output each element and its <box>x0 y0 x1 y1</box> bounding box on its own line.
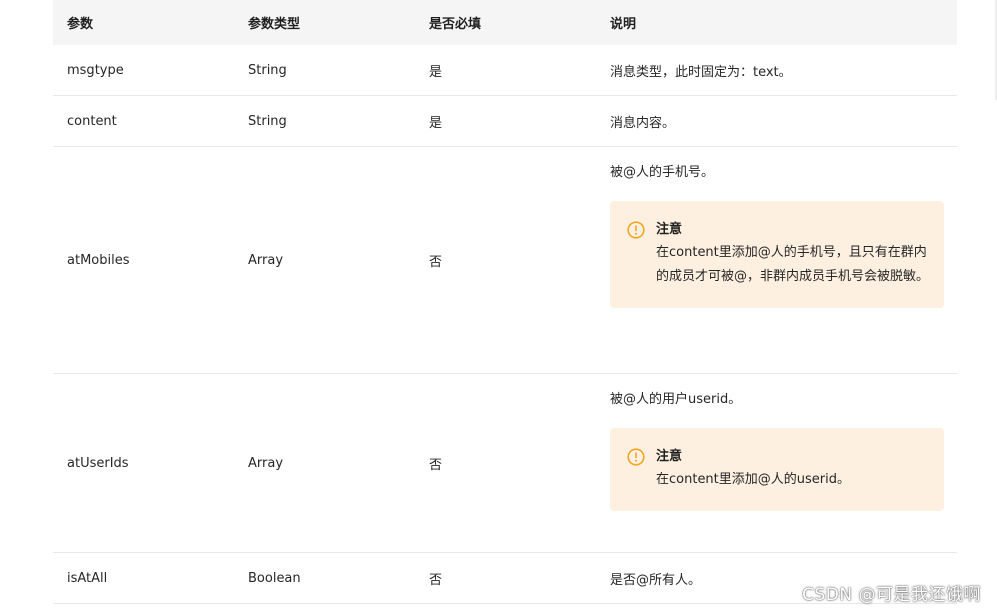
notice-title: 注意 <box>656 222 683 237</box>
notice-body: 注意 在content里添加@人的手机号，且只有在群内的成员才可被@，非群内成员… <box>656 219 930 289</box>
header-description: 说明 <box>610 17 637 32</box>
table-row: atUserIds Array 否 被@人的用户userid。 注意 在cont… <box>53 373 957 553</box>
cell-param: msgtype <box>53 45 234 96</box>
notice-title: 注意 <box>656 449 683 464</box>
cell-type: Array <box>234 146 415 374</box>
cell-param: content <box>53 95 234 147</box>
cell-required: 否 <box>415 146 596 374</box>
cell-type: String <box>234 95 415 147</box>
table-row: atMobiles Array 否 被@人的手机号。 注意 在content里添… <box>53 146 957 374</box>
notice-text: 在content里添加@人的userid。 <box>656 472 850 487</box>
notice-box: 注意 在content里添加@人的手机号，且只有在群内的成员才可被@，非群内成员… <box>610 201 944 308</box>
description-text: 被@人的用户userid。 <box>610 392 742 407</box>
header-param: 参数 <box>67 17 94 32</box>
cell-description: 消息类型，此时固定为：text。 <box>596 45 957 96</box>
cell-description: 被@人的用户userid。 注意 在content里添加@人的userid。 <box>596 373 957 553</box>
params-table: 参数 参数类型 是否必填 说明 msgtype String 是 消息类型，此时… <box>53 0 957 604</box>
cell-required: 否 <box>415 552 596 604</box>
cell-param: isAtAll <box>53 552 234 604</box>
cell-required: 是 <box>415 45 596 96</box>
description-text: 被@人的手机号。 <box>610 165 715 180</box>
header-required: 是否必填 <box>429 17 482 32</box>
cell-required: 否 <box>415 373 596 553</box>
table-header: 参数 参数类型 是否必填 说明 <box>53 0 957 45</box>
exclamation-circle-icon <box>627 448 645 466</box>
notice-text: 在content里添加@人的手机号，且只有在群内的成员才可被@，非群内成员手机号… <box>656 245 930 284</box>
table-row: content String 是 消息内容。 <box>53 95 957 147</box>
cell-required: 是 <box>415 95 596 147</box>
notice-body: 注意 在content里添加@人的userid。 <box>656 446 930 492</box>
cell-param: atMobiles <box>53 146 234 374</box>
watermark: CSDN @可是我还饿啊 <box>802 585 981 605</box>
params-table-wrapper: 参数 参数类型 是否必填 说明 msgtype String 是 消息类型，此时… <box>53 0 957 604</box>
exclamation-circle-icon <box>627 221 645 239</box>
cell-type: Array <box>234 373 415 553</box>
table-header-row: 参数 参数类型 是否必填 说明 <box>53 0 957 45</box>
notice-box: 注意 在content里添加@人的userid。 <box>610 428 944 511</box>
table-row: msgtype String 是 消息类型，此时固定为：text。 <box>53 45 957 96</box>
cell-param: atUserIds <box>53 373 234 553</box>
table-body: msgtype String 是 消息类型，此时固定为：text。 conten… <box>53 45 957 604</box>
cell-type: Boolean <box>234 552 415 604</box>
cell-type: String <box>234 45 415 96</box>
cell-description: 消息内容。 <box>596 95 957 147</box>
cell-description: 被@人的手机号。 注意 在content里添加@人的手机号，且只有在群内的成员才… <box>596 146 957 374</box>
header-type: 参数类型 <box>248 17 301 32</box>
